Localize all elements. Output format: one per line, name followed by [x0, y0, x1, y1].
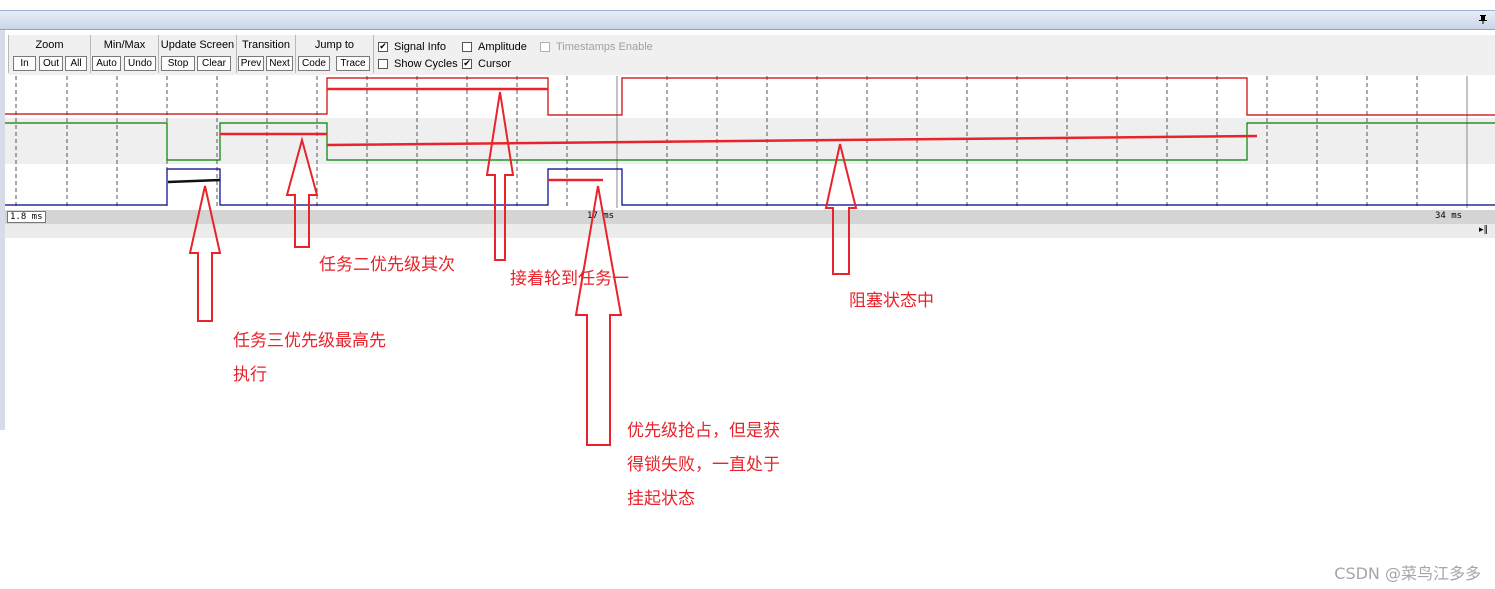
annotation-preempt-line2: 得锁失败，一直处于 [627, 455, 780, 475]
annotation-task2: 任务二优先级其次 [319, 255, 455, 275]
annotation-blocked: 阻塞状态中 [849, 291, 934, 311]
cursor-label: Cursor [478, 58, 512, 70]
signal-info-label: Signal Info [394, 41, 446, 53]
scroll-arrow-icon[interactable]: ▸‖ [1479, 225, 1488, 235]
update-screen-group: Update Screen Stop Clear [158, 35, 236, 73]
cursor-checkbox[interactable]: ✔ [462, 59, 472, 69]
signal-info-checkbox[interactable]: ✔ [378, 42, 388, 52]
transition-group: Transition Prev Next [236, 35, 295, 73]
zoom-title: Zoom [35, 39, 64, 51]
code-button[interactable]: Code [298, 56, 330, 71]
zoom-in-button[interactable]: In [13, 56, 36, 71]
transition-title: Transition [242, 39, 290, 51]
update-screen-title: Update Screen [160, 39, 235, 51]
timestamps-label: Timestamps Enable [556, 41, 653, 53]
time-left-label: 1.8 ms [7, 211, 46, 223]
auto-button[interactable]: Auto [92, 56, 121, 71]
annotation-preempt-line1: 优先级抢占，但是获 [627, 421, 780, 441]
clear-button[interactable]: Clear [197, 56, 231, 71]
watermark: CSDN @菜鸟江多多 [1334, 564, 1481, 583]
annotation-task1-next: 接着轮到任务一 [510, 269, 629, 289]
jump-to-group: Jump to Code Trace [295, 35, 373, 73]
check-icon: ✔ [379, 42, 387, 52]
jump-to-title: Jump to [314, 39, 355, 51]
prev-button[interactable]: Prev [238, 56, 264, 71]
minmax-group: Min/Max Auto Undo [90, 35, 158, 73]
minmax-title: Min/Max [103, 39, 146, 51]
waveform-plot[interactable] [5, 76, 1495, 212]
trace-button[interactable]: Trace [336, 56, 370, 71]
horizontal-scrollbar[interactable] [5, 224, 1495, 238]
pin-icon[interactable] [1477, 13, 1489, 25]
annotation-task3-line2: 执行 [233, 365, 267, 385]
zoom-all-button[interactable]: All [65, 56, 87, 71]
zoom-out-button[interactable]: Out [39, 56, 63, 71]
timestamps-checkbox [540, 42, 550, 52]
time-axis-bar: 1.8 ms 17 ms 34 ms [5, 210, 1495, 224]
amplitude-checkbox[interactable] [462, 42, 472, 52]
logic-analyzer-toolbar: Zoom In Out All Min/Max Auto Undo Update… [8, 35, 1495, 75]
annotation-preempt-line3: 挂起状态 [627, 489, 695, 509]
undo-button[interactable]: Undo [124, 56, 156, 71]
options-group: ✔ Signal Info Show Cycles Amplitude ✔ Cu… [373, 35, 673, 73]
show-cycles-label: Show Cycles [394, 58, 458, 70]
zoom-group: Zoom In Out All [8, 35, 90, 73]
amplitude-label: Amplitude [478, 41, 527, 53]
time-right-label: 34 ms [1435, 211, 1463, 221]
show-cycles-checkbox[interactable] [378, 59, 388, 69]
window-title-strip [0, 10, 1495, 30]
annotation-task3: 任务三优先级最高先 执行 [233, 324, 386, 392]
stop-button[interactable]: Stop [161, 56, 195, 71]
check-icon: ✔ [463, 59, 471, 69]
annotation-preempt: 优先级抢占，但是获 得锁失败，一直处于 挂起状态 [627, 414, 780, 516]
top-margin [0, 0, 1495, 10]
next-button[interactable]: Next [266, 56, 293, 71]
annotation-task3-line1: 任务三优先级最高先 [233, 331, 386, 351]
time-cursor-label: 17 ms [587, 211, 615, 221]
